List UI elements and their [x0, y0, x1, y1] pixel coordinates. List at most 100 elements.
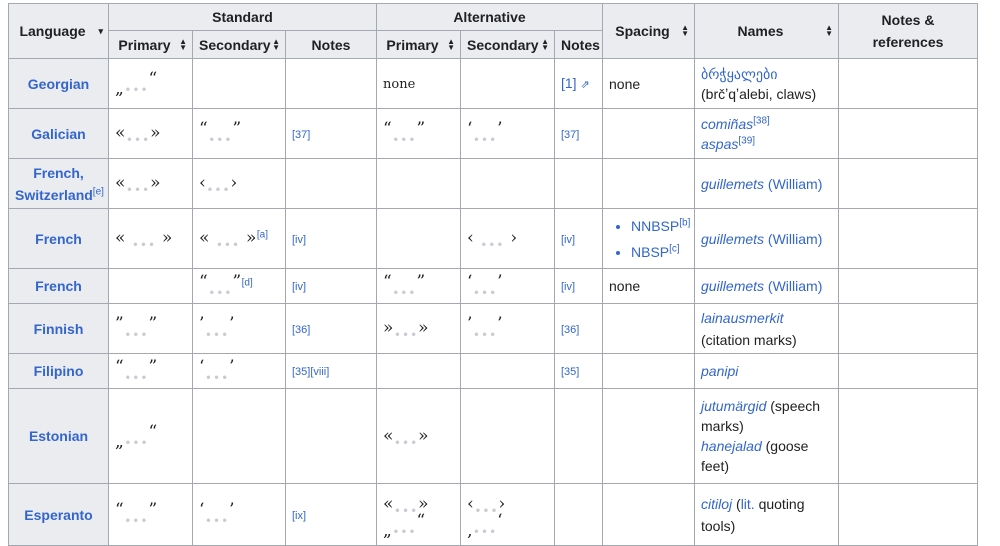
external-link-icon[interactable]: ⇗: [580, 79, 589, 91]
sort-updown-icon[interactable]: ▲ ▼: [179, 37, 187, 51]
reference-link[interactable]: [36]: [561, 324, 579, 336]
spacing-list: NNBSP[b] NBSP[c]: [609, 213, 690, 265]
language-cell[interactable]: Esperanto: [8, 483, 109, 546]
close-quote: ‘: [497, 510, 504, 531]
close-quote: ”: [232, 271, 242, 292]
table-row: Finnish ”•••” ’•••’ [36] »•••» ’•••’ [36…: [8, 303, 978, 354]
sort-updown-icon[interactable]: ▲ ▼: [272, 37, 280, 51]
std-notes-cell: [36]: [285, 303, 377, 354]
header-alt-primary[interactable]: Primary ▲ ▼: [376, 30, 461, 59]
language-cell[interactable]: Filipino: [8, 353, 109, 389]
open-quote: „: [383, 520, 393, 541]
name-link[interactable]: comiñas: [701, 116, 753, 132]
reference-link[interactable]: [iv]: [561, 234, 575, 246]
language-link[interactable]: French, Switzerland: [15, 165, 93, 203]
reference-link[interactable]: [37]: [292, 129, 310, 141]
spacing-link[interactable]: NBSP: [631, 244, 669, 260]
language-cell[interactable]: French, Switzerland[e]: [8, 158, 109, 209]
ellipsis: •••: [124, 83, 149, 97]
ellipsis: •••: [206, 183, 231, 197]
header-alt-secondary[interactable]: Secondary ▲ ▼: [460, 30, 555, 59]
close-quote: ’: [229, 314, 236, 334]
sort-updown-icon[interactable]: ▲ ▼: [541, 37, 549, 51]
name-gloss-link[interactable]: (William): [768, 176, 822, 192]
abbreviation-link[interactable]: lit.: [741, 496, 755, 512]
name-link[interactable]: guillemets: [701, 231, 764, 247]
ellipsis: •••: [392, 524, 417, 539]
name-link[interactable]: lainausmerkit: [701, 310, 783, 326]
spacing-link[interactable]: NNBSP: [631, 218, 679, 234]
header-language[interactable]: Language ▾: [8, 3, 109, 59]
reference-link[interactable]: [c]: [669, 243, 680, 254]
ellipsis: •••: [124, 328, 149, 342]
language-cell[interactable]: French: [8, 208, 109, 269]
sort-updown-icon[interactable]: ▲ ▼: [681, 24, 689, 38]
reference-link[interactable]: [b]: [679, 217, 690, 228]
name-link[interactable]: guillemets: [701, 176, 764, 192]
std-notes-cell: [iv]: [285, 208, 377, 269]
reference-link[interactable]: [a]: [257, 229, 268, 240]
name-link[interactable]: ბრჭყალები: [701, 64, 832, 84]
language-link[interactable]: Estonian: [29, 428, 88, 444]
alt-secondary-cell: [460, 353, 555, 389]
language-link[interactable]: French: [35, 278, 82, 294]
name-link[interactable]: jutumärgid: [701, 398, 766, 414]
language-link[interactable]: Esperanto: [24, 507, 92, 523]
reference-link[interactable]: [35]: [561, 366, 579, 378]
name-link[interactable]: guillemets: [701, 278, 764, 294]
language-cell[interactable]: Estonian: [8, 388, 109, 484]
close-quote: ”: [232, 119, 242, 139]
open-quote: «: [383, 425, 394, 446]
name-link[interactable]: aspas: [701, 136, 738, 152]
alt-primary-cell: none: [376, 58, 461, 109]
names-cell: citiloj (lit. quoting tools): [694, 483, 839, 546]
alt-secondary-cell: ‹ ••• ›: [460, 208, 555, 269]
name-gloss-link[interactable]: (William): [768, 278, 822, 294]
alt-notes-cell: [554, 158, 603, 209]
language-link[interactable]: Finnish: [34, 321, 84, 337]
header-spacing[interactable]: Spacing ▲ ▼: [602, 3, 695, 59]
language-link[interactable]: Filipino: [34, 363, 84, 379]
reference-link[interactable]: [iv]: [292, 281, 306, 293]
alt-secondary-cell: [460, 158, 555, 209]
language-cell[interactable]: Finnish: [8, 303, 109, 354]
name-link[interactable]: hanejalad: [701, 438, 762, 454]
name-gloss-link[interactable]: (William): [768, 231, 822, 247]
language-cell[interactable]: French: [8, 268, 109, 304]
header-names[interactable]: Names ▲ ▼: [694, 3, 839, 59]
open-quote: „: [115, 431, 125, 452]
reference-link[interactable]: [e]: [93, 186, 104, 197]
name-link[interactable]: panipi: [701, 363, 738, 379]
table-row: Georgian „•••“ none [1] ⇗ none ბრჭყალები…: [8, 58, 978, 109]
language-link[interactable]: French: [35, 231, 82, 247]
sort-updown-icon[interactable]: ▲ ▼: [825, 24, 833, 38]
alt-notes-cell: [iv]: [554, 208, 603, 269]
reference-link[interactable]: [iv]: [292, 234, 306, 246]
ellipsis: •••: [131, 238, 157, 252]
language-cell[interactable]: Georgian: [8, 58, 109, 109]
reference-link[interactable]: [37]: [561, 129, 579, 141]
header-spacing-label: Spacing: [615, 23, 670, 39]
reference-link[interactable]: [35][viii]: [292, 366, 329, 378]
reference-link[interactable]: [d]: [242, 277, 253, 288]
reference-link[interactable]: [ix]: [292, 510, 306, 522]
name-link[interactable]: citiloj: [701, 496, 732, 512]
reference-link[interactable]: [38]: [753, 115, 770, 126]
language-link[interactable]: Georgian: [28, 76, 89, 92]
reference-link[interactable]: [iv]: [561, 281, 575, 293]
reference-link[interactable]: [1]: [561, 75, 577, 91]
reference-link[interactable]: [36]: [292, 324, 310, 336]
table-row: French “•••”[d] [iv] “•••” ‘•••’ [iv] no…: [8, 268, 978, 304]
names-cell: guillemets (William): [694, 268, 839, 304]
open-quote: ”: [115, 314, 125, 334]
sort-down-icon[interactable]: ▾: [98, 27, 103, 36]
header-std-primary[interactable]: Primary ▲ ▼: [108, 30, 193, 59]
close-quote: ’: [497, 119, 504, 139]
language-cell[interactable]: Galician: [8, 108, 109, 159]
std-primary-cell: “•••”: [108, 353, 193, 389]
std-secondary-cell: [192, 58, 286, 109]
language-link[interactable]: Galician: [31, 126, 85, 142]
header-std-secondary[interactable]: Secondary ▲ ▼: [192, 30, 286, 59]
sort-updown-icon[interactable]: ▲ ▼: [447, 37, 455, 51]
reference-link[interactable]: [39]: [738, 135, 755, 146]
